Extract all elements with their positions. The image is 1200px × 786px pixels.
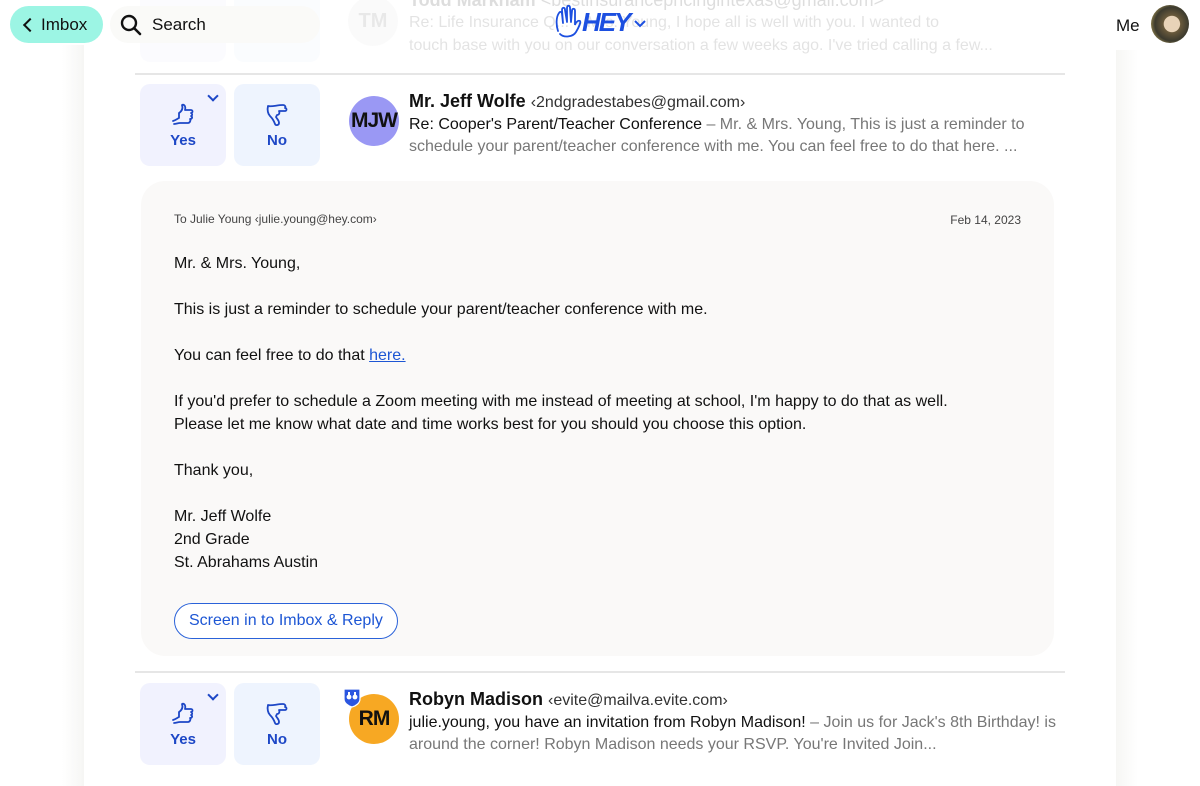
- thumbs-down-icon: [266, 103, 288, 126]
- paragraph-1: This is just a reminder to schedule your…: [174, 301, 708, 318]
- message-date: Feb 14, 2023: [950, 213, 1021, 227]
- thumbs-down-icon: [266, 702, 288, 725]
- email-header-jeff-wolfe[interactable]: Mr. Jeff Wolfe ‹2ndgradestabes@gmail.com…: [409, 91, 1069, 158]
- sender-email: ‹2ndgradestabes@gmail.com›: [530, 94, 746, 111]
- paragraph-2: You can feel free to do that here.: [174, 344, 1034, 367]
- sender-name: Mr. Jeff Wolfe: [409, 91, 526, 111]
- sender: Mr. Jeff Wolfe ‹2ndgradestabes@gmail.com…: [409, 91, 1069, 112]
- back-label: Imbox: [41, 14, 88, 34]
- here-link[interactable]: here.: [369, 347, 405, 364]
- search-button[interactable]: Search: [110, 6, 320, 43]
- divider: [135, 73, 1065, 75]
- chevron-down-icon[interactable]: [207, 689, 219, 701]
- divider: [135, 671, 1065, 673]
- page-margin-right: [1116, 50, 1138, 786]
- top-bar: Imbox Search HEY Me: [0, 0, 1200, 50]
- logo-text: HEY: [582, 6, 631, 37]
- sender-email: ‹evite@mailva.evite.com›: [548, 692, 728, 709]
- no-button[interactable]: No: [234, 683, 320, 765]
- chevron-left-icon: [22, 17, 38, 32]
- signature-name: Mr. Jeff Wolfe: [174, 508, 272, 525]
- search-icon: [120, 14, 142, 35]
- page-margin-left: [62, 45, 84, 786]
- waving-hand-icon: [555, 5, 582, 38]
- screen-in-reply-button[interactable]: Screen in to Imbox & Reply: [174, 603, 398, 639]
- email-subject: julie.young, you have an invitation from…: [409, 714, 806, 731]
- email-snippet: Re: Cooper's Parent/Teacher Conference –…: [409, 114, 1069, 158]
- no-button[interactable]: No: [234, 84, 320, 166]
- chevron-down-icon[interactable]: [207, 90, 219, 102]
- signature-title: 2nd Grade: [174, 531, 250, 548]
- yes-label: Yes: [170, 730, 196, 748]
- yes-button[interactable]: Yes: [140, 683, 226, 765]
- sender-avatar: MJW: [349, 96, 399, 146]
- me-label[interactable]: Me: [1116, 16, 1140, 36]
- paragraph-3: If you'd prefer to schedule a Zoom meeti…: [174, 390, 1034, 436]
- closing: Thank you,: [174, 462, 254, 479]
- email-header-robyn-madison[interactable]: Robyn Madison ‹evite@mailva.evite.com› j…: [409, 689, 1069, 756]
- user-avatar[interactable]: [1151, 5, 1189, 43]
- recipient-line: To Julie Young ‹julie.young@hey.com›: [174, 212, 377, 226]
- expanded-message: To Julie Young ‹julie.young@hey.com› Feb…: [141, 181, 1054, 656]
- back-to-imbox-button[interactable]: Imbox: [10, 6, 103, 43]
- paragraph-3-line-2: Please let me know what date and time wo…: [174, 416, 807, 433]
- email-subject: Re: Cooper's Parent/Teacher Conference: [409, 116, 702, 133]
- yes-button[interactable]: Yes: [140, 84, 226, 166]
- search-label: Search: [152, 14, 206, 34]
- message-body: Mr. & Mrs. Young, This is just a reminde…: [174, 252, 1034, 574]
- signature-school: St. Abrahams Austin: [174, 554, 319, 571]
- paragraph-3-line-1: If you'd prefer to schedule a Zoom meeti…: [174, 393, 948, 410]
- hey-logo-menu[interactable]: HEY: [554, 5, 647, 39]
- sender-name: Robyn Madison: [409, 689, 543, 709]
- chevron-down-icon: [634, 20, 647, 28]
- thumbs-up-icon: [172, 103, 194, 125]
- thumbs-up-icon: [172, 702, 194, 724]
- yes-label: Yes: [170, 131, 196, 149]
- greeting: Mr. & Mrs. Young,: [174, 255, 301, 272]
- sender: Robyn Madison ‹evite@mailva.evite.com›: [409, 689, 1069, 710]
- paragraph-2-text: You can feel free to do that: [174, 347, 370, 364]
- no-label: No: [267, 730, 287, 748]
- email-snippet: julie.young, you have an invitation from…: [409, 712, 1069, 756]
- binoculars-shield-icon: [343, 688, 361, 708]
- signature: Mr. Jeff Wolfe 2nd Grade St. Abrahams Aust…: [174, 505, 1034, 574]
- no-label: No: [267, 131, 287, 149]
